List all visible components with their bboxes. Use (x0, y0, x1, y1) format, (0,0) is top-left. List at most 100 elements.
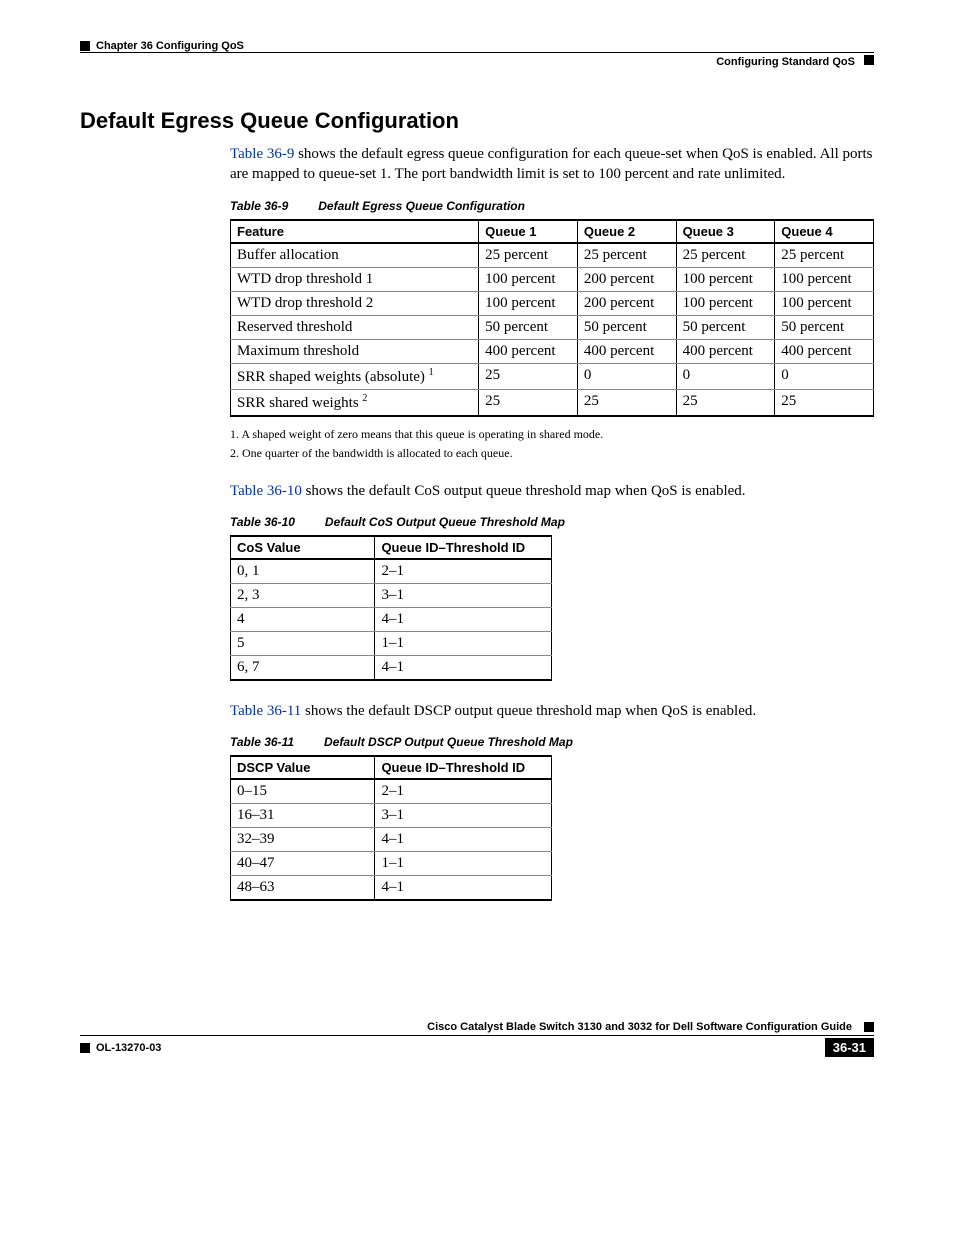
table-cell: 400 percent (676, 339, 775, 363)
table-cell: 2, 3 (231, 583, 375, 607)
table-cell: Buffer allocation (231, 243, 479, 268)
table-10: CoS Value Queue ID–Threshold ID 0, 12–12… (230, 535, 552, 681)
table-9: Feature Queue 1 Queue 2 Queue 3 Queue 4 … (230, 219, 874, 417)
para-3: Table 36-11 shows the default DSCP outpu… (230, 701, 874, 721)
para-2: Table 36-10 shows the default CoS output… (230, 481, 874, 501)
table-cell: SRR shared weights 2 (231, 389, 479, 416)
table-cell: 32–39 (231, 828, 375, 852)
section-header-right: Configuring Standard QoS (80, 55, 874, 68)
page-title: Default Egress Queue Configuration (80, 108, 874, 134)
table-cell: 48–63 (231, 876, 375, 901)
table-10-link[interactable]: Table 36-10 (230, 483, 302, 499)
table-cell: 50 percent (775, 315, 874, 339)
footnote-1: 1. A shaped weight of zero means that th… (230, 427, 874, 442)
table-row: 2, 33–1 (231, 583, 552, 607)
col-header: Queue 1 (479, 220, 578, 243)
col-header: Queue 3 (676, 220, 775, 243)
table-row: 40–471–1 (231, 852, 552, 876)
table-11-link[interactable]: Table 36-11 (230, 703, 301, 719)
table-cell: WTD drop threshold 1 (231, 267, 479, 291)
para-3-text: shows the default DSCP output queue thre… (301, 703, 756, 719)
footer-marker-icon (864, 1022, 874, 1032)
footnote-2: 2. One quarter of the bandwidth is alloc… (230, 446, 874, 461)
table-cell: 40–47 (231, 852, 375, 876)
chapter-label: Chapter 36 Configuring QoS (96, 40, 244, 52)
table-cell: 25 (479, 389, 578, 416)
table-row: SRR shaped weights (absolute) 125000 (231, 363, 874, 389)
col-header: Queue ID–Threshold ID (375, 536, 552, 559)
table-cell: 4–1 (375, 876, 552, 901)
table-cell: 100 percent (775, 291, 874, 315)
page-number-badge: 36-31 (825, 1038, 874, 1057)
table-header-row: CoS Value Queue ID–Threshold ID (231, 536, 552, 559)
header-marker-icon (864, 55, 874, 65)
chapter-header: Chapter 36 Configuring QoS (80, 40, 874, 52)
table-row: Reserved threshold50 percent50 percent50… (231, 315, 874, 339)
table-cell: 25 (577, 389, 676, 416)
table-row: Maximum threshold400 percent400 percent4… (231, 339, 874, 363)
table-row: 44–1 (231, 607, 552, 631)
caption-number: Table 36-11 (230, 735, 294, 749)
table-cell: 400 percent (775, 339, 874, 363)
table-cell: 6, 7 (231, 655, 375, 680)
col-header: Feature (231, 220, 479, 243)
table-cell: 0 (577, 363, 676, 389)
table-cell: 4–1 (375, 828, 552, 852)
caption-title: Default DSCP Output Queue Threshold Map (324, 735, 573, 749)
table-cell: 1–1 (375, 852, 552, 876)
header-marker-icon (80, 41, 90, 51)
table-cell: 100 percent (676, 291, 775, 315)
table-cell: 16–31 (231, 804, 375, 828)
header-rule (80, 52, 874, 53)
table-cell: 25 percent (577, 243, 676, 268)
table-cell: 100 percent (479, 267, 578, 291)
table-cell: 25 percent (676, 243, 775, 268)
caption-number: Table 36-9 (230, 199, 288, 213)
table-cell: 100 percent (479, 291, 578, 315)
table-row: 16–313–1 (231, 804, 552, 828)
table-cell: 50 percent (479, 315, 578, 339)
table-cell: 5 (231, 631, 375, 655)
footer-doc-id: OL-13270-03 (96, 1042, 161, 1054)
col-header: CoS Value (231, 536, 375, 559)
table-cell: 3–1 (375, 804, 552, 828)
table-cell: 4–1 (375, 655, 552, 680)
table-9-caption: Table 36-9 Default Egress Queue Configura… (230, 199, 874, 213)
table-cell: 2–1 (375, 559, 552, 584)
table-row: SRR shared weights 225252525 (231, 389, 874, 416)
table-row: 48–634–1 (231, 876, 552, 901)
table-cell: 400 percent (577, 339, 676, 363)
table-cell: 0–15 (231, 779, 375, 804)
table-11-caption: Table 36-11 Default DSCP Output Queue Thr… (230, 735, 874, 749)
page-footer: Cisco Catalyst Blade Switch 3130 and 303… (80, 1021, 874, 1057)
footer-guide-title: Cisco Catalyst Blade Switch 3130 and 303… (427, 1021, 852, 1033)
table-row: Buffer allocation25 percent25 percent25 … (231, 243, 874, 268)
footer-marker-icon (80, 1043, 90, 1053)
table-cell: Reserved threshold (231, 315, 479, 339)
table-11: DSCP Value Queue ID–Threshold ID 0–152–1… (230, 755, 552, 901)
table-cell: 25 (676, 389, 775, 416)
para-2-text: shows the default CoS output queue thres… (302, 483, 746, 499)
table-row: 0–152–1 (231, 779, 552, 804)
section-label: Configuring Standard QoS (716, 56, 855, 68)
table-row: 51–1 (231, 631, 552, 655)
col-header: Queue 2 (577, 220, 676, 243)
table-cell: 3–1 (375, 583, 552, 607)
table-cell: 25 (479, 363, 578, 389)
table-cell: 1–1 (375, 631, 552, 655)
table-cell: SRR shaped weights (absolute) 1 (231, 363, 479, 389)
table-row: WTD drop threshold 2100 percent200 perce… (231, 291, 874, 315)
table-cell: 50 percent (676, 315, 775, 339)
table-cell: 0, 1 (231, 559, 375, 584)
table-header-row: DSCP Value Queue ID–Threshold ID (231, 756, 552, 779)
table-cell: 100 percent (676, 267, 775, 291)
caption-title: Default Egress Queue Configuration (318, 199, 525, 213)
table-cell: WTD drop threshold 2 (231, 291, 479, 315)
col-header: Queue ID–Threshold ID (375, 756, 552, 779)
table-9-link[interactable]: Table 36-9 (230, 146, 294, 162)
table-cell: 50 percent (577, 315, 676, 339)
table-10-caption: Table 36-10Default CoS Output Queue Thre… (230, 515, 874, 529)
table-cell: 4 (231, 607, 375, 631)
col-header: Queue 4 (775, 220, 874, 243)
table-cell: 200 percent (577, 267, 676, 291)
